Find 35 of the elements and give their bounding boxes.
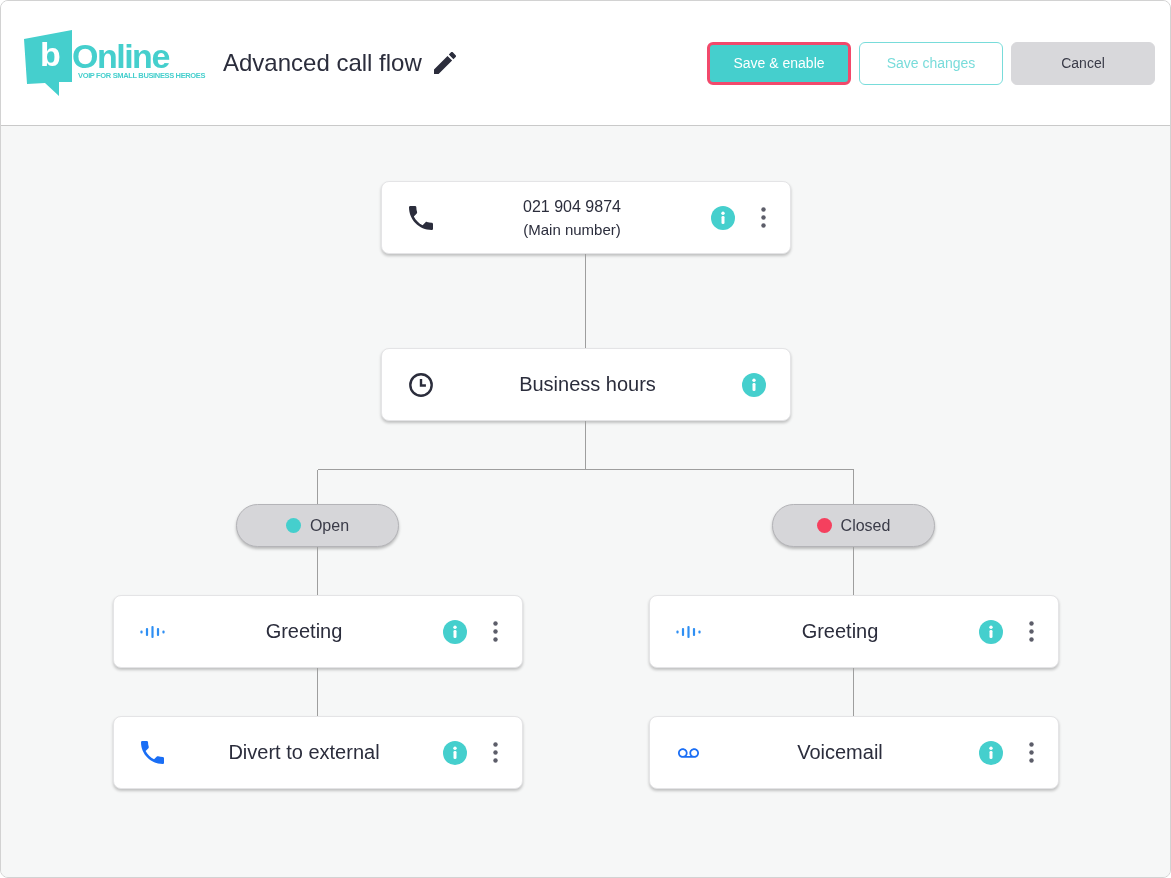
page-title: Advanced call flow	[223, 49, 422, 77]
sound-wave-icon	[676, 625, 701, 638]
card-title: Greeting	[265, 620, 343, 643]
call-flow-card[interactable]: Greeting	[112, 595, 523, 668]
logo-wordmark: Online	[72, 41, 170, 71]
connector-line	[317, 668, 318, 716]
branch-label: Open	[309, 516, 350, 535]
clock-icon	[408, 372, 433, 397]
call-flow-card[interactable]: Divert to external	[112, 716, 523, 789]
phone-icon	[141, 741, 164, 764]
number-label: (Main number)	[523, 219, 621, 240]
call-flow-card[interactable]: Greeting	[648, 595, 1059, 668]
call-flow-card[interactable]: Business hours	[380, 348, 791, 421]
more-options-icon[interactable]	[1028, 742, 1034, 763]
phone-icon	[408, 205, 433, 230]
sound-wave-icon	[140, 625, 165, 638]
more-options-icon[interactable]	[760, 207, 766, 228]
voicemail-icon	[678, 747, 699, 758]
connector-line	[853, 547, 854, 595]
logo-mark: b	[24, 30, 74, 96]
connector-line	[317, 547, 318, 595]
card-title: Business hours	[519, 373, 656, 396]
more-options-icon[interactable]	[492, 742, 498, 763]
pencil-icon[interactable]	[433, 52, 456, 74]
branch-label: Closed	[840, 516, 891, 535]
call-flow-card[interactable]: Voicemail	[648, 716, 1059, 789]
call-flow-card[interactable]: 021 904 9874 (Main number)	[380, 181, 791, 254]
connector-line	[853, 668, 854, 716]
phone-number: 021 904 9874	[523, 196, 621, 217]
more-options-icon[interactable]	[492, 621, 498, 642]
cancel-button[interactable]: Cancel	[1011, 41, 1155, 85]
card-title: Greeting	[801, 620, 879, 643]
card-title: Voicemail	[797, 741, 883, 764]
more-options-icon[interactable]	[1028, 621, 1034, 642]
card-title: Divert to external	[228, 741, 380, 764]
